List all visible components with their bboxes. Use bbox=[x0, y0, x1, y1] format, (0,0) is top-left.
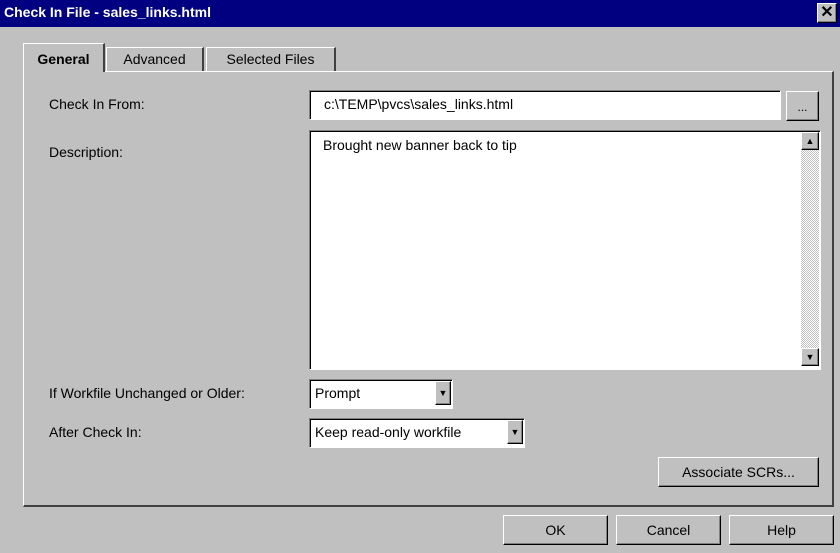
scroll-down-button[interactable]: ▼ bbox=[801, 348, 819, 366]
tab-advanced[interactable]: Advanced bbox=[106, 47, 204, 71]
window-title: Check In File - sales_links.html bbox=[4, 4, 211, 20]
check-in-from-input[interactable]: c:\TEMP\pvcs\sales_links.html bbox=[309, 90, 781, 120]
browse-button[interactable]: ... bbox=[786, 91, 819, 121]
after-check-in-label: After Check In: bbox=[49, 424, 142, 440]
tab-label: Advanced bbox=[123, 51, 186, 67]
dropdown-button[interactable]: ▼ bbox=[435, 381, 451, 405]
ok-button[interactable]: OK bbox=[503, 515, 608, 545]
tab-selected-files[interactable]: Selected Files bbox=[206, 47, 336, 71]
check-in-from-label: Check In From: bbox=[49, 96, 145, 112]
title-bar: Check In File - sales_links.html ✕ bbox=[0, 0, 840, 27]
chevron-down-icon: ▼ bbox=[438, 388, 448, 398]
cancel-button[interactable]: Cancel bbox=[616, 515, 721, 545]
up-arrow-icon: ▲ bbox=[805, 136, 815, 146]
down-arrow-icon: ▼ bbox=[805, 352, 815, 362]
help-button[interactable]: Help bbox=[729, 515, 834, 545]
description-text: Brought new banner back to tip bbox=[323, 137, 517, 153]
select-value: Keep read-only workfile bbox=[315, 424, 462, 440]
if-workfile-unchanged-label: If Workfile Unchanged or Older: bbox=[49, 385, 245, 401]
description-scrollbar[interactable]: ▲ ▼ bbox=[801, 132, 819, 366]
dropdown-button[interactable]: ▼ bbox=[507, 420, 523, 444]
description-label: Description: bbox=[49, 144, 123, 160]
tab-general[interactable]: General bbox=[23, 43, 105, 72]
associate-scrs-button[interactable]: Associate SCRs... bbox=[658, 457, 819, 487]
description-textarea[interactable]: Brought new banner back to tip ▲ ▼ bbox=[309, 130, 821, 370]
scroll-up-button[interactable]: ▲ bbox=[801, 132, 819, 150]
select-value: Prompt bbox=[315, 385, 361, 401]
close-icon: ✕ bbox=[820, 4, 834, 21]
close-button[interactable]: ✕ bbox=[817, 3, 837, 23]
tab-label: General bbox=[37, 51, 90, 67]
if-workfile-unchanged-select[interactable]: Prompt ▼ bbox=[309, 379, 453, 409]
after-check-in-select[interactable]: Keep read-only workfile ▼ bbox=[309, 418, 525, 448]
chevron-down-icon: ▼ bbox=[510, 427, 520, 437]
tab-label: Selected Files bbox=[226, 51, 315, 67]
